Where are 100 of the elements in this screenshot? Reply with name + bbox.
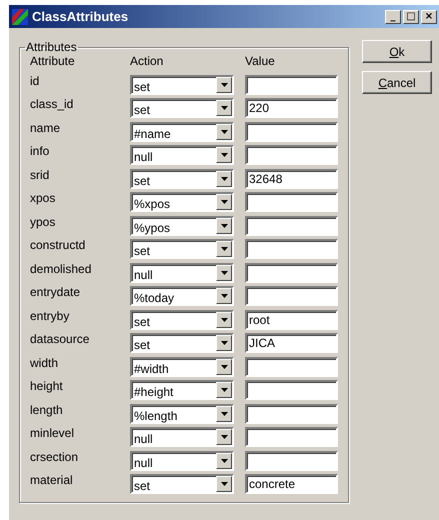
attribute-label: material — [30, 473, 74, 487]
action-dropdown[interactable]: %xpos — [130, 192, 234, 212]
caret-icon — [220, 482, 228, 486]
action-dropdown[interactable]: null — [130, 145, 234, 165]
attribute-label: srid — [30, 168, 50, 182]
dropdown-button[interactable] — [216, 382, 232, 398]
value-field[interactable] — [245, 216, 338, 236]
dropdown-button[interactable] — [216, 452, 232, 468]
attribute-label: datasource — [30, 332, 90, 346]
dropdown-button[interactable] — [216, 358, 232, 374]
value-field[interactable] — [245, 122, 338, 142]
maximize-button[interactable]: □ — [403, 10, 419, 24]
action-dropdown[interactable]: %length — [130, 404, 234, 424]
action-dropdown[interactable]: set — [130, 74, 234, 94]
action-dropdown[interactable]: set — [130, 310, 234, 330]
value-field[interactable]: JICA — [245, 333, 338, 353]
value-field[interactable]: 32648 — [245, 168, 338, 188]
value-field[interactable]: root — [245, 310, 338, 330]
column-header: Attribute — [30, 54, 76, 70]
caret-icon — [220, 435, 228, 439]
action-dropdown[interactable]: null — [130, 262, 234, 282]
caret-icon — [220, 247, 228, 251]
dropdown-button[interactable] — [216, 406, 232, 422]
value-field[interactable]: 220 — [245, 98, 338, 118]
value-field[interactable] — [245, 145, 338, 165]
value-field[interactable] — [245, 262, 338, 282]
caret-icon — [220, 200, 228, 204]
action-dropdown[interactable]: set — [130, 333, 234, 353]
attribute-label: id — [30, 74, 40, 88]
value-field[interactable] — [245, 356, 338, 376]
dropdown-button[interactable] — [216, 76, 232, 92]
action-dropdown[interactable]: %today — [130, 286, 234, 306]
value-field[interactable] — [245, 427, 338, 447]
app-icon — [12, 8, 28, 24]
dropdown-button[interactable] — [216, 100, 232, 116]
caret-icon — [220, 458, 228, 462]
caret-icon — [220, 106, 228, 110]
caret-icon — [220, 364, 228, 368]
attribute-label: info — [30, 144, 50, 158]
dropdown-button[interactable] — [216, 312, 232, 328]
dropdown-button[interactable] — [216, 170, 232, 186]
action-dropdown[interactable]: set — [130, 168, 234, 188]
action-dropdown[interactable]: set — [130, 239, 234, 259]
caret-icon — [220, 412, 228, 416]
caret-icon — [220, 318, 228, 322]
column-header: Value — [245, 54, 276, 70]
value-field[interactable] — [245, 450, 338, 470]
caret-icon — [220, 82, 228, 86]
attribute-label: class_id — [30, 97, 74, 111]
window-title: ClassAttributes — [32, 9, 130, 24]
caret-icon — [220, 176, 228, 180]
attribute-label: name — [30, 120, 62, 134]
value-field[interactable] — [245, 239, 338, 259]
close-button[interactable]: × — [421, 10, 437, 24]
action-dropdown[interactable]: #width — [130, 356, 234, 376]
action-dropdown[interactable]: null — [130, 450, 234, 470]
dropdown-button[interactable] — [216, 194, 232, 210]
dropdown-button[interactable] — [216, 147, 232, 163]
action-dropdown[interactable]: %ypos — [130, 216, 234, 236]
attribute-label: height — [30, 379, 64, 393]
group-title: Attributes — [25, 40, 78, 54]
minimize-button[interactable]: _ — [385, 10, 401, 24]
action-dropdown[interactable]: set — [130, 98, 234, 118]
caret-icon — [220, 224, 228, 228]
dropdown-button[interactable] — [216, 429, 232, 445]
value-field[interactable] — [245, 192, 338, 212]
attribute-label: length — [30, 402, 64, 416]
column-header: Action — [130, 54, 164, 70]
attribute-label: xpos — [30, 191, 56, 205]
caret-icon — [220, 153, 228, 157]
dropdown-button[interactable] — [216, 335, 232, 351]
attribute-label: width — [30, 356, 60, 370]
dropdown-button[interactable] — [216, 264, 232, 280]
caret-icon — [220, 388, 228, 392]
dropdown-button[interactable] — [216, 476, 232, 492]
attribute-label: demolished — [30, 262, 92, 276]
caret-icon — [220, 294, 228, 298]
caret-icon — [220, 130, 228, 134]
action-dropdown[interactable]: set — [130, 474, 234, 494]
caret-icon — [220, 341, 228, 345]
attribute-label: entryby — [30, 308, 70, 322]
cancel-button[interactable]: Cancel — [362, 71, 432, 94]
action-dropdown[interactable]: #name — [130, 122, 234, 142]
attribute-label: minlevel — [30, 426, 76, 440]
value-field[interactable] — [245, 404, 338, 424]
dropdown-button[interactable] — [216, 241, 232, 257]
value-field[interactable] — [245, 380, 338, 400]
action-dropdown[interactable]: #height — [130, 380, 234, 400]
caret-icon — [220, 270, 228, 274]
dropdown-button[interactable] — [216, 124, 232, 140]
value-field[interactable] — [245, 286, 338, 306]
action-dropdown[interactable]: null — [130, 427, 234, 447]
value-field[interactable]: concrete — [245, 474, 338, 494]
attribute-label: entrydate — [30, 285, 82, 299]
value-field[interactable] — [245, 74, 338, 94]
attribute-label: ypos — [30, 214, 56, 228]
dropdown-button[interactable] — [216, 288, 232, 304]
dropdown-button[interactable] — [216, 218, 232, 234]
attribute-label: crsection — [30, 450, 80, 464]
ok-button[interactable]: Ok — [362, 40, 432, 63]
